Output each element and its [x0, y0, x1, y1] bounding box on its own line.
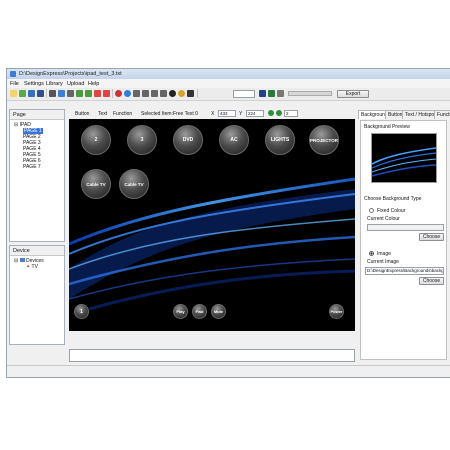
zoom-input[interactable]: 2: [284, 109, 298, 117]
page-panel: Page ⊟ IPAD PAGE 1 PAGE 2 PAGE 3 PAGE 4 …: [9, 109, 65, 242]
current-colour-field[interactable]: [367, 224, 444, 231]
export-button[interactable]: Export: [337, 89, 369, 98]
background-preview-label: Background Preview: [364, 124, 410, 130]
align-bottom-icon[interactable]: [151, 90, 158, 97]
toolbar-separator: [46, 89, 47, 98]
canvas-button-lights[interactable]: LIGHTS: [265, 125, 295, 155]
canvas-button-2[interactable]: 2: [81, 125, 111, 155]
speaker-icon[interactable]: [187, 90, 194, 97]
arrow-down-icon[interactable]: [103, 90, 110, 97]
fixed-colour-label: Fixed Colour: [377, 208, 406, 214]
tab-text[interactable]: Text: [98, 111, 107, 117]
person-blue-icon[interactable]: [124, 90, 131, 97]
toolbar-separator: [197, 89, 198, 98]
menu-library[interactable]: Library: [46, 81, 63, 87]
app-window: D:\DesignExpress\Projects\ipad_test_3.tx…: [6, 68, 450, 378]
refresh-icon[interactable]: [19, 90, 26, 97]
toolbar-input[interactable]: [233, 90, 255, 98]
canvas-button-3[interactable]: 3: [127, 125, 157, 155]
menu-bar: File Settings Library Upload Help: [7, 79, 450, 88]
arrow-left-icon[interactable]: [76, 90, 83, 97]
selected-item-label: Selected Item:: [141, 110, 173, 117]
canvas-button-dvd[interactable]: DVD: [173, 125, 203, 155]
device-icon[interactable]: [259, 90, 266, 97]
current-colour-label: Current Colour: [367, 216, 400, 222]
x-label: X: [211, 110, 215, 117]
current-image-field[interactable]: D:\DesignExpress\Backgrounds\backgrou: [365, 267, 444, 275]
canvas-button-cable-tv-1[interactable]: Cable TV: [81, 169, 111, 199]
tree-device-tv[interactable]: ✦ TV: [14, 264, 44, 270]
zoom-slider[interactable]: [288, 91, 332, 96]
copy-icon[interactable]: [49, 90, 56, 97]
background-tab-content: Background Preview Choose Background Typ…: [360, 120, 447, 360]
preview-image: [372, 134, 436, 182]
page-panel-title: Page: [10, 110, 64, 120]
editor-tabs: Button Text Function Selected Item: Free…: [69, 109, 355, 118]
image-radio[interactable]: [369, 251, 374, 256]
image-icon[interactable]: [58, 90, 65, 97]
page-tree: ⊟ IPAD PAGE 1 PAGE 2 PAGE 3 PAGE 4 PAGE …: [14, 122, 43, 170]
choose-background-type-label: Choose Background Type: [364, 196, 422, 202]
tab-function[interactable]: Function: [113, 111, 132, 117]
y-input[interactable]: 224: [246, 109, 264, 117]
canvas-button-mute[interactable]: Mute: [211, 304, 226, 319]
device-tree: ⊟ Devices ✦ TV: [14, 258, 44, 270]
x-input[interactable]: 432: [218, 109, 236, 117]
background-preview: [371, 133, 437, 183]
canvas-button-power[interactable]: Power: [329, 304, 344, 319]
arrow-up-icon[interactable]: [94, 90, 101, 97]
zoom-out-icon[interactable]: [276, 110, 282, 116]
current-image-label: Current Image: [367, 259, 399, 265]
selected-item-value: Free Text 0: [173, 110, 198, 117]
arrow-right-icon[interactable]: [85, 90, 92, 97]
open-folder-icon[interactable]: [28, 90, 35, 97]
tv-icon: ✦: [26, 264, 31, 270]
tab-function-props[interactable]: Function: [434, 110, 450, 119]
canvas-button-fwd[interactable]: Fwd: [192, 304, 207, 319]
toolbar: Export: [7, 88, 450, 101]
new-file-icon[interactable]: [10, 90, 17, 97]
gold-button-icon[interactable]: [178, 90, 185, 97]
image-label: Image: [377, 251, 391, 257]
device-panel-title: Device: [10, 246, 64, 256]
canvas-button-projector[interactable]: PROJECTOR: [309, 125, 339, 155]
text-icon[interactable]: [67, 90, 74, 97]
app-icon: [10, 71, 16, 77]
save-icon[interactable]: [37, 90, 44, 97]
design-canvas[interactable]: 2 3 DVD AC LIGHTS PROJECTOR Cable TV Cab…: [69, 119, 355, 331]
window-title: D:\DesignExpress\Projects\ipad_test_3.tx…: [19, 71, 122, 77]
background-image: [69, 119, 355, 331]
fixed-colour-radio[interactable]: [369, 208, 374, 213]
output-textarea[interactable]: [69, 349, 355, 362]
choose-colour-button[interactable]: Choose: [419, 233, 444, 241]
align-top-icon[interactable]: [133, 90, 140, 97]
person-red-icon[interactable]: [115, 90, 122, 97]
canvas-button-play[interactable]: Play: [173, 304, 188, 319]
distribute-icon[interactable]: [160, 90, 167, 97]
choose-image-button[interactable]: Choose: [419, 277, 444, 285]
circle-button-icon[interactable]: [169, 90, 176, 97]
properties-tabs: Background Button Text / Hotspot Functio…: [358, 109, 450, 119]
tree-page-7[interactable]: PAGE 7: [23, 164, 43, 170]
canvas-button-cable-tv-2[interactable]: Cable TV: [119, 169, 149, 199]
status-divider: [7, 365, 450, 366]
canvas-button-ac[interactable]: AC: [219, 125, 249, 155]
y-label: Y: [239, 110, 243, 117]
canvas-button-1[interactable]: 1: [74, 304, 89, 319]
tab-button[interactable]: Button: [75, 111, 89, 117]
toolbar-separator: [112, 89, 113, 98]
align-middle-icon[interactable]: [142, 90, 149, 97]
menu-file[interactable]: File: [10, 81, 19, 87]
menu-settings[interactable]: Settings: [24, 81, 44, 87]
menu-upload[interactable]: Upload: [67, 81, 84, 87]
title-bar: D:\DesignExpress\Projects\ipad_test_3.tx…: [7, 69, 450, 79]
properties-panel: Background Button Text / Hotspot Functio…: [358, 109, 450, 362]
devices-folder-icon: [19, 258, 25, 262]
zoom-in-icon[interactable]: [268, 110, 274, 116]
check-icon[interactable]: [268, 90, 275, 97]
device-panel: Device ⊟ Devices ✦ TV: [9, 245, 65, 345]
menu-help[interactable]: Help: [88, 81, 99, 87]
settings-icon[interactable]: [277, 90, 284, 97]
